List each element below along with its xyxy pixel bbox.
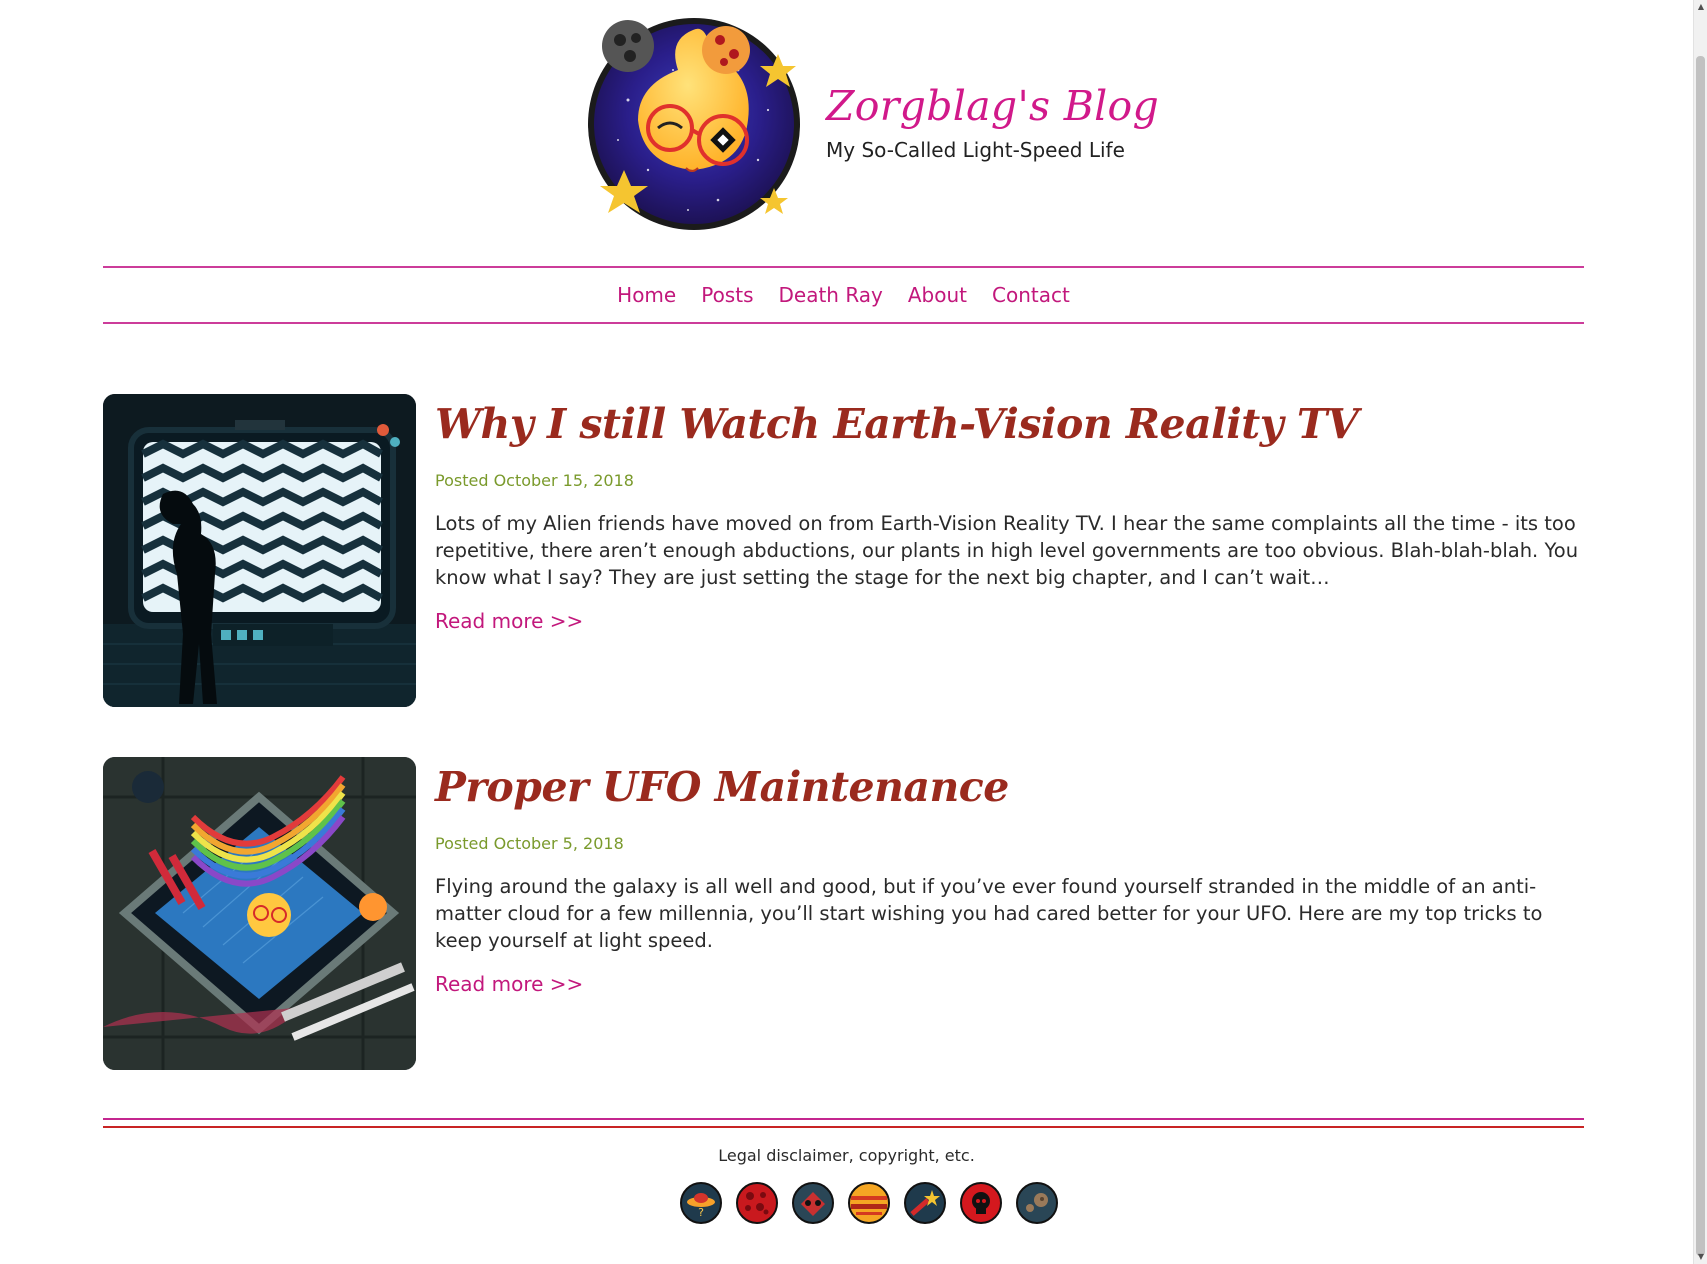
- scroll-thumb[interactable]: [1696, 56, 1705, 1256]
- post-thumbnail[interactable]: [103, 394, 416, 707]
- page-scrollbar[interactable]: ▲ ▼: [1693, 0, 1707, 1264]
- post-card: Proper UFO Maintenance Posted October 5,…: [103, 757, 1584, 1071]
- social-icon-row: ?: [680, 1182, 1058, 1224]
- shooting-star-icon[interactable]: [904, 1182, 946, 1224]
- main-nav: Home Posts Death Ray About Contact: [103, 266, 1584, 324]
- nav-item-contact[interactable]: Contact: [992, 283, 1070, 307]
- site-title[interactable]: Zorgblag's Blog: [826, 82, 1159, 130]
- nav-item-death-ray[interactable]: Death Ray: [778, 283, 882, 307]
- ufo-maintenance-illustration-icon: [103, 757, 416, 1070]
- post-card: Why I still Watch Earth-Vision Reality T…: [103, 394, 1584, 708]
- footer-rule-red: [103, 1126, 1584, 1128]
- alien-face-icon[interactable]: [792, 1182, 834, 1224]
- post-body: Why I still Watch Earth-Vision Reality T…: [435, 394, 1585, 633]
- nav-item-posts[interactable]: Posts: [701, 283, 753, 307]
- post-title[interactable]: Why I still Watch Earth-Vision Reality T…: [435, 400, 1585, 449]
- post-excerpt: Flying around the galaxy is all well and…: [435, 875, 1543, 953]
- ufo-icon[interactable]: ?: [680, 1182, 722, 1224]
- post-date: Posted October 15, 2018: [435, 471, 634, 491]
- svg-text:?: ?: [698, 1206, 704, 1219]
- post-title[interactable]: Proper UFO Maintenance: [435, 763, 1585, 812]
- site-subtitle: My So-Called Light-Speed Life: [826, 138, 1125, 162]
- post-date: Posted October 5, 2018: [435, 834, 624, 854]
- zorgblag-logo-icon[interactable]: [588, 10, 806, 236]
- asteroid-icon[interactable]: [1016, 1182, 1058, 1224]
- post-body: Proper UFO Maintenance Posted October 5,…: [435, 757, 1585, 996]
- gas-giant-icon[interactable]: [848, 1182, 890, 1224]
- skull-icon[interactable]: [960, 1182, 1002, 1224]
- site-header: Zorgblag's Blog My So-Called Light-Speed…: [0, 0, 1693, 250]
- post-thumbnail[interactable]: [103, 757, 416, 1070]
- nav-item-about[interactable]: About: [908, 283, 967, 307]
- nav-item-home[interactable]: Home: [617, 283, 676, 307]
- scroll-down-icon[interactable]: ▼: [1694, 1250, 1707, 1264]
- read-more-link[interactable]: Read more >>: [435, 972, 583, 996]
- post-excerpt: Lots of my Alien friends have moved on f…: [435, 512, 1579, 590]
- read-more-link[interactable]: Read more >>: [435, 609, 583, 633]
- tv-watching-illustration-icon: [103, 394, 416, 707]
- planet-icon[interactable]: [736, 1182, 778, 1224]
- footer-divider: [103, 1118, 1584, 1130]
- footer-legal-text: Legal disclaimer, copyright, etc.: [718, 1146, 975, 1165]
- footer-rule-pink: [103, 1118, 1584, 1120]
- scroll-up-icon[interactable]: ▲: [1694, 0, 1707, 14]
